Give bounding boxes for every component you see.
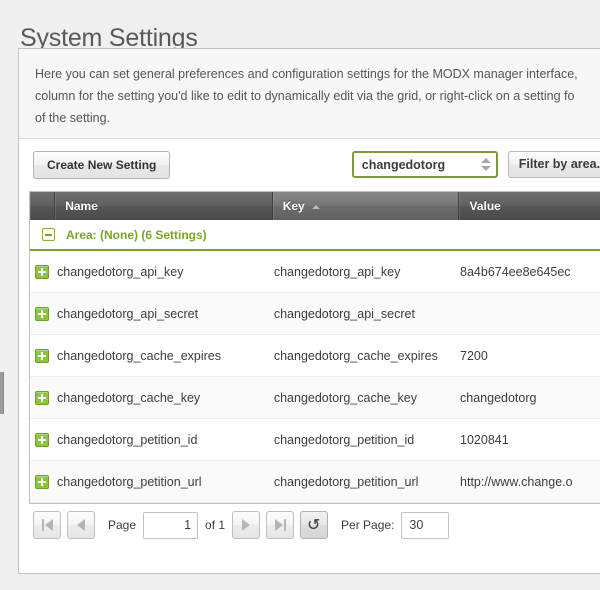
previous-page-icon	[77, 519, 85, 531]
grid-group-header[interactable]: Area: (None) (6 Settings)	[30, 220, 600, 251]
cell-key[interactable]: changedotorg_api_secret	[274, 307, 460, 321]
spinner-arrows-icon[interactable]	[476, 153, 496, 176]
triangle-right-glyph	[274, 519, 283, 531]
description-line-1: Here you can set general preferences and…	[35, 67, 578, 81]
last-page-button[interactable]	[266, 511, 295, 539]
next-page-button[interactable]	[232, 511, 261, 539]
row-expand-cell	[30, 432, 57, 447]
column-header-key-label: Key	[282, 199, 305, 213]
cell-name[interactable]: changedotorg_cache_expires	[57, 349, 274, 363]
cell-value[interactable]: 8a4b674ee8e645ec	[460, 265, 600, 279]
cell-key[interactable]: changedotorg_cache_key	[274, 391, 460, 405]
expand-row-icon[interactable]	[34, 432, 49, 447]
expand-row-icon[interactable]	[34, 348, 49, 363]
collapse-group-icon[interactable]	[42, 228, 55, 241]
chevron-up-icon	[480, 158, 491, 163]
cell-value[interactable]: 7200	[460, 349, 600, 363]
sort-ascending-icon	[311, 204, 320, 209]
system-settings-panel: Here you can set general preferences and…	[18, 48, 600, 574]
per-page-input[interactable]	[401, 511, 450, 539]
cell-value[interactable]: changedotorg	[460, 391, 600, 405]
expand-row-icon[interactable]	[34, 306, 49, 321]
table-row[interactable]: changedotorg_petition_id changedotorg_pe…	[30, 419, 600, 461]
cell-name[interactable]: changedotorg_cache_key	[57, 391, 274, 405]
triangle-left-glyph	[44, 519, 53, 531]
namespace-combo[interactable]: changedotorg	[351, 151, 498, 178]
description-block: Here you can set general preferences and…	[19, 49, 600, 139]
grid-toolbar: Create New Setting changedotorg Filter b…	[19, 139, 600, 191]
table-row[interactable]: changedotorg_petition_url changedotorg_p…	[30, 461, 600, 503]
cell-key[interactable]: changedotorg_petition_id	[274, 433, 460, 447]
filter-by-area-button[interactable]: Filter by area...	[507, 151, 600, 178]
cell-value[interactable]: 1020841	[460, 433, 600, 447]
expand-row-icon[interactable]	[34, 474, 49, 489]
previous-page-button[interactable]	[67, 511, 95, 539]
create-new-setting-button[interactable]: Create New Setting	[33, 151, 171, 179]
cell-key[interactable]: changedotorg_api_key	[274, 265, 460, 279]
description-line-3: of the setting.	[35, 111, 111, 125]
column-header-name[interactable]: Name	[55, 192, 273, 220]
refresh-icon: ↻	[307, 515, 321, 534]
column-header-key[interactable]: Key	[272, 192, 460, 220]
grid-pager: Page of 1 ↻ Per Page:	[29, 504, 600, 546]
row-expand-cell	[30, 264, 57, 279]
page-number-input[interactable]	[143, 511, 199, 539]
left-edge-panel-handle[interactable]	[0, 372, 4, 414]
table-row[interactable]: changedotorg_api_secret changedotorg_api…	[30, 293, 600, 335]
grid-header-corner[interactable]	[30, 192, 56, 220]
first-page-icon	[41, 519, 53, 531]
row-expand-cell	[30, 390, 57, 405]
expand-row-icon[interactable]	[34, 264, 49, 279]
cell-key[interactable]: changedotorg_petition_url	[274, 475, 460, 489]
settings-grid: Name Key Value Area: (None) (6 Settings)…	[29, 191, 600, 504]
row-expand-cell	[30, 474, 57, 489]
expand-row-icon[interactable]	[34, 390, 49, 405]
bar-glyph	[283, 519, 286, 531]
cell-value[interactable]: http://www.change.o	[460, 475, 600, 489]
table-row[interactable]: changedotorg_api_key changedotorg_api_ke…	[30, 251, 600, 293]
page-label: Page	[108, 518, 137, 532]
cell-key[interactable]: changedotorg_cache_expires	[274, 349, 460, 363]
cell-name[interactable]: changedotorg_petition_url	[57, 475, 274, 489]
row-expand-cell	[30, 348, 57, 363]
grid-group-label: Area: (None) (6 Settings)	[66, 227, 207, 242]
cell-name[interactable]: changedotorg_api_secret	[57, 307, 274, 321]
first-page-button[interactable]	[33, 511, 61, 539]
last-page-icon	[274, 519, 286, 531]
table-row[interactable]: changedotorg_cache_expires changedotorg_…	[30, 335, 600, 377]
namespace-combo-value: changedotorg	[361, 157, 446, 172]
bar-glyph	[41, 519, 44, 531]
per-page-label: Per Page:	[341, 518, 395, 532]
next-page-icon	[242, 519, 251, 531]
cell-name[interactable]: changedotorg_api_key	[57, 265, 274, 279]
row-expand-cell	[30, 306, 57, 321]
cell-name[interactable]: changedotorg_petition_id	[57, 433, 274, 447]
page-total-label: of 1	[205, 518, 226, 532]
column-header-value[interactable]: Value	[459, 192, 600, 220]
refresh-button[interactable]: ↻	[300, 511, 329, 539]
grid-header-row: Name Key Value	[30, 192, 600, 220]
table-row[interactable]: changedotorg_cache_key changedotorg_cach…	[30, 377, 600, 419]
column-header-value-label: Value	[469, 199, 501, 213]
chevron-down-icon	[480, 166, 491, 171]
column-header-name-label: Name	[65, 199, 98, 213]
description-line-2: column for the setting you'd like to edi…	[35, 89, 575, 103]
